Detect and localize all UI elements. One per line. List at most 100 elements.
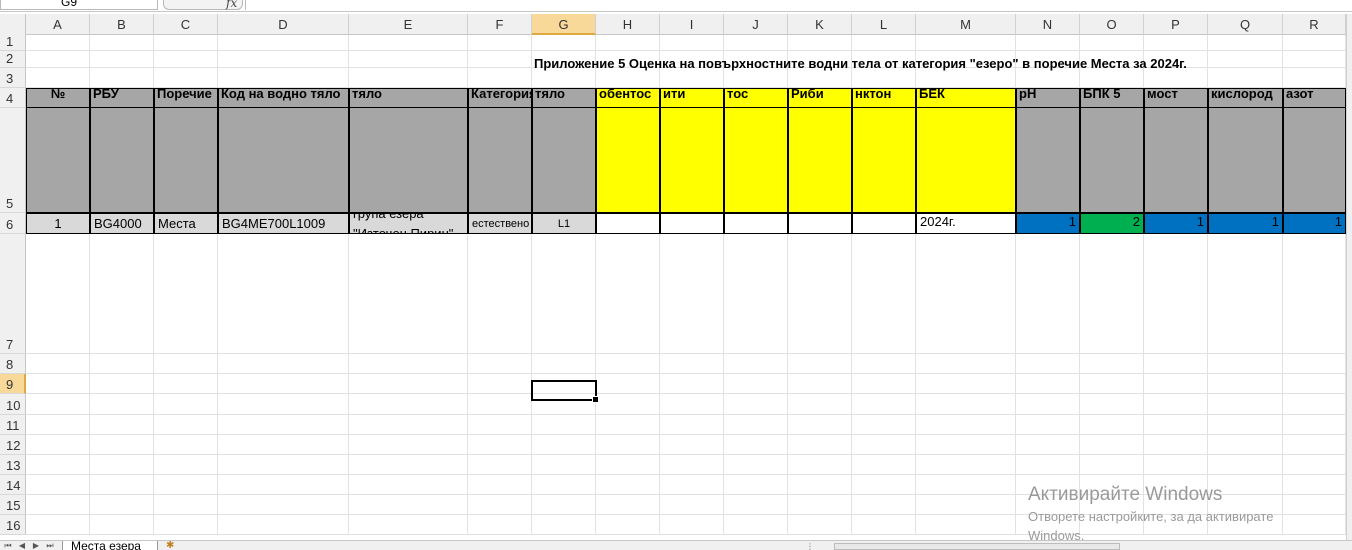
- header-filler-cell[interactable]: [788, 108, 852, 213]
- header-basin[interactable]: Поречие: [154, 88, 218, 108]
- last-sheet-icon[interactable]: ⏭: [44, 541, 56, 550]
- row-header-8[interactable]: 8: [0, 354, 26, 374]
- cell[interactable]: [916, 495, 1016, 515]
- cell[interactable]: [26, 354, 90, 374]
- cell[interactable]: [596, 354, 660, 374]
- cell[interactable]: [1283, 68, 1346, 88]
- cell[interactable]: [1144, 435, 1208, 455]
- cell-name[interactable]: група езера "Източен Пирин": [349, 213, 468, 234]
- cell[interactable]: [532, 455, 596, 475]
- header-bek-phytobenthos[interactable]: БЕК -Фитобентос: [724, 88, 788, 108]
- cell[interactable]: [1080, 234, 1144, 354]
- cell[interactable]: [154, 455, 218, 475]
- cell[interactable]: [724, 435, 788, 455]
- cell[interactable]: [154, 475, 218, 495]
- cell[interactable]: [788, 495, 852, 515]
- cell[interactable]: [724, 234, 788, 354]
- header-filler-cell[interactable]: [660, 108, 724, 213]
- cell[interactable]: [596, 234, 660, 354]
- cell[interactable]: [596, 374, 660, 394]
- cell[interactable]: [26, 374, 90, 394]
- cell-conductivity[interactable]: 1: [1144, 213, 1208, 234]
- cell[interactable]: [26, 394, 90, 415]
- cell[interactable]: [1283, 51, 1346, 68]
- cell[interactable]: [26, 455, 90, 475]
- header-category[interactable]: Категория: [468, 88, 532, 108]
- header-dissolved-oxygen[interactable]: Разтворенкислород: [1208, 88, 1283, 108]
- cell[interactable]: [1208, 415, 1283, 435]
- cell-basin[interactable]: Места: [154, 213, 218, 234]
- row-header-14[interactable]: 14: [0, 475, 26, 495]
- header-code[interactable]: Код на водно тяло: [218, 88, 349, 108]
- cell[interactable]: [660, 374, 724, 394]
- cell[interactable]: [852, 354, 916, 374]
- cell[interactable]: [852, 374, 916, 394]
- cell[interactable]: [349, 495, 468, 515]
- cell[interactable]: [218, 68, 349, 88]
- formula-input[interactable]: [245, 0, 1352, 10]
- cell[interactable]: [596, 515, 660, 535]
- cell[interactable]: [1144, 455, 1208, 475]
- cell-ph[interactable]: 1: [1016, 213, 1080, 234]
- cell[interactable]: [218, 495, 349, 515]
- horizontal-scroll-thumb[interactable]: [834, 543, 1120, 550]
- cell[interactable]: [596, 35, 660, 51]
- cell[interactable]: [218, 51, 349, 68]
- cell-category[interactable]: естествено: [468, 213, 532, 234]
- cell[interactable]: [596, 68, 660, 88]
- cell[interactable]: [1080, 435, 1144, 455]
- cell[interactable]: [349, 354, 468, 374]
- cell[interactable]: [90, 475, 154, 495]
- header-ph[interactable]: pH: [1016, 88, 1080, 108]
- cell[interactable]: [1016, 68, 1080, 88]
- header-name[interactable]: Име на воднотяло: [349, 88, 468, 108]
- cell[interactable]: [468, 234, 532, 354]
- prev-sheet-icon[interactable]: ◀: [16, 541, 28, 550]
- cell[interactable]: [26, 435, 90, 455]
- cell-bek-phytoplankton[interactable]: [852, 213, 916, 234]
- cell[interactable]: [1283, 435, 1346, 455]
- cell[interactable]: [26, 51, 90, 68]
- column-header-g[interactable]: G: [532, 14, 596, 35]
- column-header-j[interactable]: J: [724, 14, 788, 35]
- cell[interactable]: [468, 51, 532, 68]
- header-filler-cell[interactable]: [1283, 108, 1346, 213]
- column-header-o[interactable]: O: [1080, 14, 1144, 35]
- cell[interactable]: [852, 35, 916, 51]
- cell[interactable]: [468, 455, 532, 475]
- cell[interactable]: [218, 475, 349, 495]
- cell[interactable]: [154, 234, 218, 354]
- header-no[interactable]: №: [26, 88, 90, 108]
- cell-bek-macrozoobenthos[interactable]: [596, 213, 660, 234]
- cell[interactable]: [218, 374, 349, 394]
- cell[interactable]: [1016, 374, 1080, 394]
- cell[interactable]: [1080, 455, 1144, 475]
- active-cell-cursor[interactable]: [531, 380, 599, 403]
- cell[interactable]: [724, 35, 788, 51]
- header-filler-cell[interactable]: [218, 108, 349, 213]
- cell[interactable]: [1080, 354, 1144, 374]
- header-filler-cell[interactable]: [1016, 108, 1080, 213]
- cell[interactable]: [90, 415, 154, 435]
- row-header-13[interactable]: 13: [0, 455, 26, 475]
- column-header-f[interactable]: F: [468, 14, 532, 35]
- cell-overall-bek[interactable]: Не епровежданмониторинг наБЕК през2024г.: [916, 213, 1016, 234]
- cell[interactable]: [218, 394, 349, 415]
- cell[interactable]: [852, 394, 916, 415]
- cell[interactable]: [26, 475, 90, 495]
- header-filler-cell[interactable]: [724, 108, 788, 213]
- cell[interactable]: [218, 354, 349, 374]
- cell-bek-phytobenthos[interactable]: [724, 213, 788, 234]
- cell[interactable]: [788, 354, 852, 374]
- cell[interactable]: [724, 515, 788, 535]
- cell[interactable]: [852, 455, 916, 475]
- cell[interactable]: [660, 495, 724, 515]
- cell[interactable]: [349, 435, 468, 455]
- cell[interactable]: [788, 234, 852, 354]
- cell[interactable]: [596, 475, 660, 495]
- cell[interactable]: [724, 354, 788, 374]
- cell[interactable]: [660, 435, 724, 455]
- cell-type[interactable]: L1: [532, 213, 596, 234]
- cell[interactable]: [26, 234, 90, 354]
- cell[interactable]: [349, 515, 468, 535]
